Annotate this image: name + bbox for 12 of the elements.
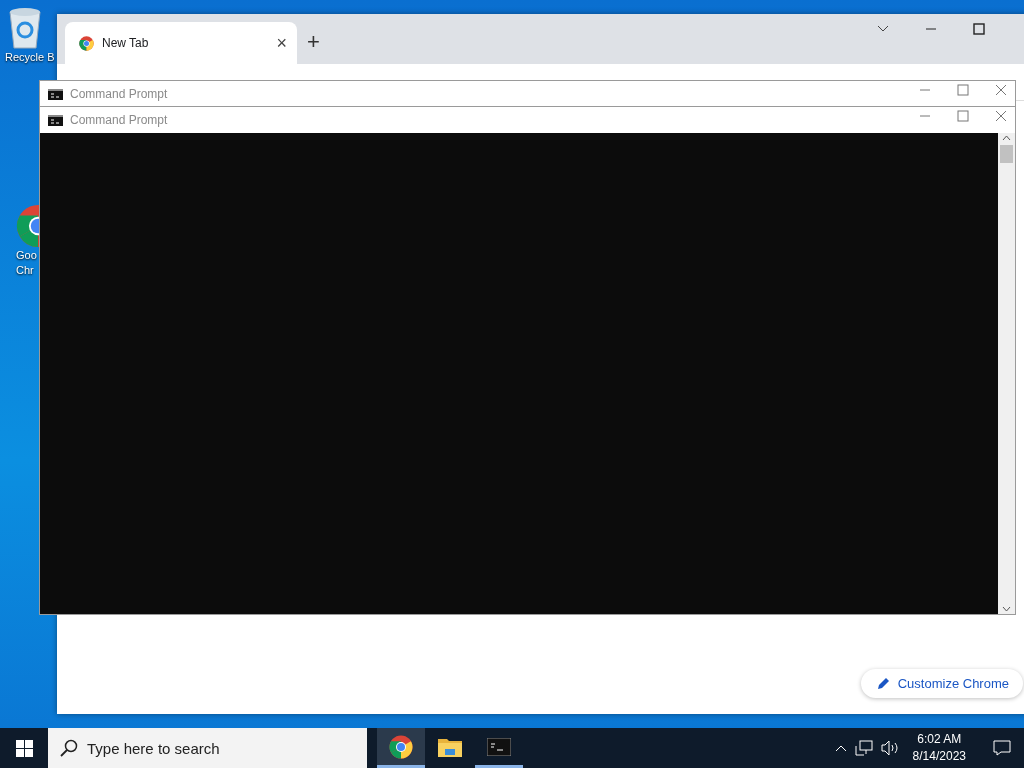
window-title: Command Prompt: [70, 87, 168, 101]
tab-close[interactable]: ×: [276, 32, 287, 54]
icon-label: Chr: [16, 263, 34, 278]
search-field[interactable]: Type here to search: [48, 728, 367, 768]
new-tab-button[interactable]: +: [307, 29, 320, 55]
browser-tab[interactable]: New Tab ×: [65, 22, 297, 64]
clock[interactable]: 6:02 AM 8/14/2023: [906, 731, 972, 765]
icon-label: Goo: [16, 248, 37, 263]
icon-label: Recycle B: [5, 50, 55, 65]
customize-button[interactable]: Customize Chrome: [860, 669, 1023, 698]
window-title: Command Prompt: [70, 113, 168, 127]
tab-title: New Tab: [102, 36, 150, 50]
